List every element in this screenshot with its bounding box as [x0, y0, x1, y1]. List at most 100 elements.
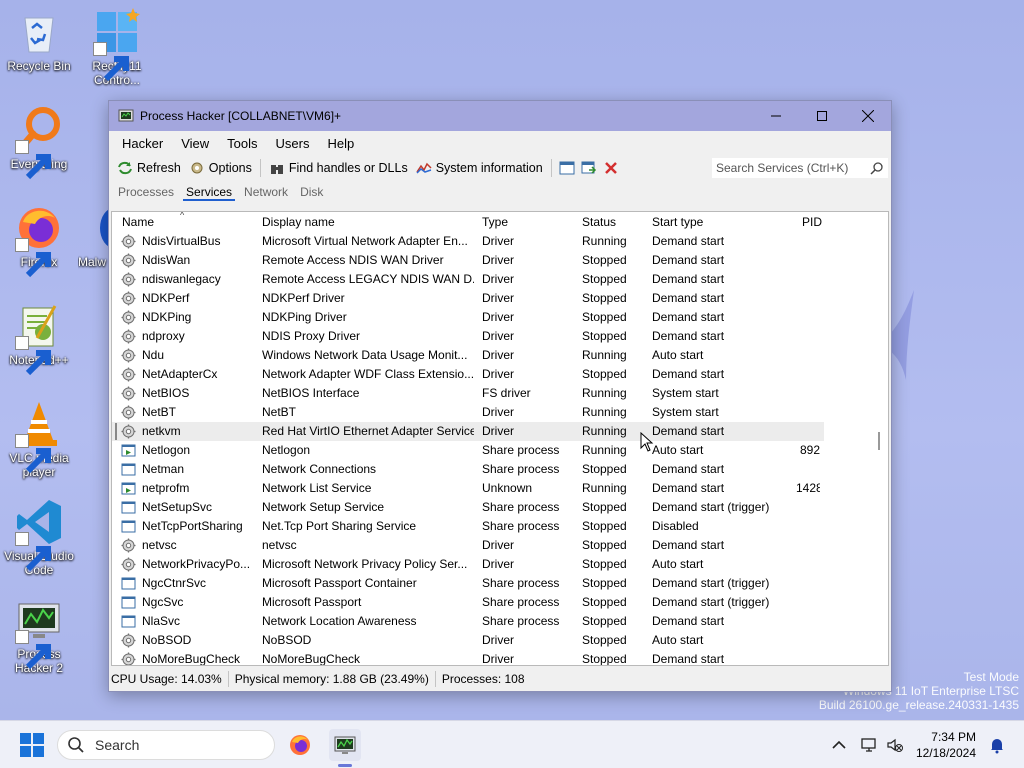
cell-type: Driver	[482, 538, 514, 552]
menu-tools[interactable]: Tools	[218, 136, 266, 151]
system-information-button[interactable]: System information	[412, 157, 547, 179]
service-row[interactable]: ndproxy NDIS Proxy Driver Driver Stopped Dem…	[112, 327, 888, 346]
cell-start-type: System start	[652, 386, 719, 400]
column-header-start-type[interactable]: Start type	[652, 215, 703, 229]
tab-processes[interactable]: Processes	[115, 185, 177, 201]
cell-name: NetAdapterCx	[142, 367, 218, 381]
service-row[interactable]: Ndu Windows Network Data Usage Monit... Dr…	[112, 346, 888, 365]
service-row[interactable]: NdisWan Remote Access NDIS WAN Driver Driv…	[112, 251, 888, 270]
service-window-icon	[121, 500, 136, 515]
notifications-button[interactable]	[988, 736, 1006, 754]
menu-view[interactable]: View	[172, 136, 218, 151]
services-list: ^ Name Display name Type Status Start ty…	[111, 211, 889, 666]
cell-display-name: NDIS Proxy Driver	[262, 329, 361, 343]
desktop-icon-vlc[interactable]: VLC media player	[0, 400, 78, 479]
service-row[interactable]: Netlogon Netlogon Share process Running Auto…	[112, 441, 888, 460]
start-button[interactable]	[20, 733, 44, 757]
cell-name: NgcSvc	[142, 595, 184, 609]
menu-help[interactable]: Help	[318, 136, 363, 151]
service-row[interactable]: netvsc netvsc Driver Stopped Demand start	[112, 536, 888, 555]
status-physical-memory: Physical memory: 1.88 GB (23.49%)	[233, 671, 436, 687]
window-icon-button[interactable]	[556, 157, 578, 179]
desktop-icon-vscode[interactable]: Visual Studio Code	[0, 498, 78, 577]
column-header-pid[interactable]: PID	[802, 215, 822, 229]
taskbar-firefox[interactable]	[284, 729, 316, 761]
refresh-button[interactable]: Refresh	[113, 157, 185, 179]
service-row[interactable]: NgcSvc Microsoft Passport Share process Sto…	[112, 593, 888, 612]
service-row[interactable]: NoBSOD NoBSOD Driver Stopped Auto start	[112, 631, 888, 650]
service-row[interactable]: NDKPing NDKPing Driver Driver Stopped Demand…	[112, 308, 888, 327]
service-row[interactable]: ndiswanlegacy Remote Access LEGACY NDIS W…	[112, 270, 888, 289]
menu-users[interactable]: Users	[267, 136, 319, 151]
service-row[interactable]: NetAdapterCx Network Adapter WDF Class Ex…	[112, 365, 888, 384]
volume-tray[interactable]	[886, 736, 904, 754]
taskbar-search[interactable]: Search	[57, 730, 275, 760]
service-row[interactable]: netkvm Red Hat VirtIO Ethernet Adapter Se…	[112, 422, 824, 441]
tab-network[interactable]: Network	[241, 185, 291, 201]
gear-icon	[121, 367, 136, 382]
cell-type: Share process	[482, 595, 560, 609]
search-icon[interactable]	[870, 161, 884, 175]
desktop-icon-recycle-bin[interactable]: Recycle Bin	[0, 8, 78, 73]
shortcut-arrow-icon	[15, 434, 51, 474]
service-row[interactable]: NetBT NetBT Driver Running System start	[112, 403, 888, 422]
cell-start-type: Demand start	[652, 462, 725, 476]
cell-display-name: Microsoft Passport	[262, 595, 362, 609]
tab-disk[interactable]: Disk	[297, 185, 326, 201]
taskbar-clock[interactable]: 7:34 PM 12/18/2024	[916, 729, 976, 761]
service-row[interactable]: NgcCtnrSvc Microsoft Passport Container Sh…	[112, 574, 888, 593]
service-row[interactable]: Netman Network Connections Share process St…	[112, 460, 888, 479]
desktop-icon-rectify11[interactable]: Rectify11 Contro...	[78, 8, 156, 87]
scrollbar-thumb[interactable]	[878, 432, 880, 450]
gear-icon	[121, 538, 136, 553]
service-row[interactable]: NetSetupSvc Network Setup Service Share pr…	[112, 498, 888, 517]
desktop-icon-label: Recycle Bin	[7, 59, 71, 73]
cell-start-type: Demand start	[652, 367, 725, 381]
service-row[interactable]: NdisVirtualBus Microsoft Virtual Network …	[112, 232, 888, 251]
taskbar-process-hacker[interactable]	[329, 729, 361, 761]
desktop-icon-malware[interactable]: Malw	[78, 204, 108, 269]
service-row[interactable]: NetTcpPortSharing Net.Tcp Port Sharing Se…	[112, 517, 888, 536]
terminate-button[interactable]	[600, 157, 622, 179]
clock-date: 12/18/2024	[915, 746, 976, 760]
services-rows: NdisVirtualBus Microsoft Virtual Network …	[112, 232, 888, 666]
column-header-type[interactable]: Type	[482, 215, 508, 229]
search-services-box[interactable]	[711, 157, 889, 179]
service-row[interactable]: NetBIOS NetBIOS Interface FS driver Running…	[112, 384, 888, 403]
system-information-label: System information	[435, 161, 543, 175]
go-to-window-button[interactable]	[578, 157, 600, 179]
tab-services[interactable]: Services	[183, 185, 236, 201]
service-row[interactable]: NetworkPrivacyPo... Microsoft Network Pri…	[112, 555, 888, 574]
service-row[interactable]: netprofm Network List Service Unknown Runni…	[112, 479, 888, 498]
column-header-display-name[interactable]: Display name	[262, 215, 335, 229]
cell-type: Driver	[482, 424, 514, 438]
cell-name: netkvm	[142, 424, 181, 438]
cell-status: Running	[582, 348, 627, 362]
search-services-input[interactable]	[712, 161, 864, 175]
desktop-icon-process-hacker[interactable]: Process Hacker 2	[0, 596, 78, 675]
find-handles-button[interactable]: Find handles or DLLs	[265, 157, 412, 179]
show-hidden-icons-chevron[interactable]	[830, 736, 848, 754]
service-row[interactable]: NoMoreBugCheck NoMoreBugCheck Driver Stoppe…	[112, 650, 888, 666]
service-row[interactable]: NDKPerf NDKPerf Driver Driver Stopped Demand…	[112, 289, 888, 308]
window-go-icon	[581, 161, 596, 174]
desktop-icon-everything[interactable]: Everything	[0, 106, 78, 180]
desktop-icon-firefox[interactable]: Firefox	[0, 204, 78, 278]
selection-marker	[115, 423, 117, 440]
menu-hacker[interactable]: Hacker	[113, 136, 172, 151]
service-running-icon	[121, 443, 136, 458]
column-header-status[interactable]: Status	[582, 215, 616, 229]
maximize-button[interactable]	[799, 101, 845, 131]
service-row[interactable]: NlaSvc Network Location Awareness Share pr…	[112, 612, 888, 631]
title-bar[interactable]: Process Hacker [COLLABNET\VM6]+	[109, 101, 891, 131]
cell-start-type: Demand start (trigger)	[652, 576, 770, 590]
close-button[interactable]	[845, 101, 891, 131]
minimize-button[interactable]	[753, 101, 799, 131]
options-button[interactable]: Options	[185, 157, 256, 179]
desktop-icon-label: Malw	[78, 255, 107, 269]
cell-name: NoMoreBugCheck	[142, 652, 241, 666]
column-header-name[interactable]: Name	[122, 215, 154, 229]
network-tray[interactable]	[860, 736, 878, 754]
desktop-icon-notepadpp[interactable]: Notepad++	[0, 302, 78, 376]
taskbar-search-label: Search	[95, 737, 140, 753]
